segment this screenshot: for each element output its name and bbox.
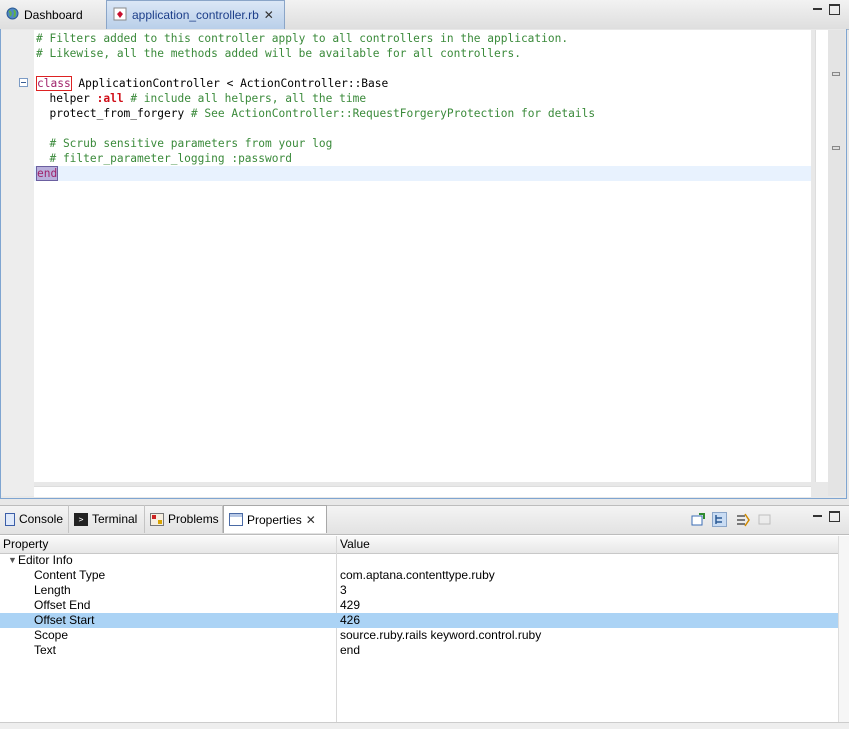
code-line[interactable]: class ApplicationController < ActionCont… <box>36 76 388 91</box>
property-name: Scope <box>34 628 69 642</box>
code-token: # Likewise, all the methods added will b… <box>36 47 521 60</box>
code-line[interactable]: # Scrub sensitive parameters from your l… <box>36 136 332 151</box>
current-line-highlight <box>34 166 811 181</box>
code-token: # Filters added to this controller apply… <box>36 32 569 45</box>
terminal-icon: > <box>74 512 88 526</box>
show-advanced-icon[interactable] <box>735 512 750 527</box>
editor-horizontal-scrollbar[interactable] <box>34 486 811 497</box>
column-header-property[interactable]: Property <box>3 537 48 551</box>
property-value: end <box>340 643 361 657</box>
table-vertical-scrollbar[interactable] <box>838 536 849 722</box>
close-icon[interactable]: ✕ <box>264 8 274 22</box>
code-token: class <box>36 76 72 91</box>
group-row-editor-info[interactable]: ▼ Editor Info <box>0 553 838 568</box>
globe-icon <box>6 7 19 23</box>
code-line[interactable]: protect_from_forgery # See ActionControl… <box>36 106 595 121</box>
minimize-icon[interactable] <box>812 4 823 15</box>
column-header-value[interactable]: Value <box>340 537 370 551</box>
console-icon <box>5 512 15 526</box>
property-name: Text <box>34 643 57 657</box>
tab-label: Properties <box>247 512 302 527</box>
code-token: # Scrub sensitive parameters from your l… <box>36 137 333 150</box>
tab-terminal[interactable]: > Terminal <box>69 505 145 533</box>
ruler-marker[interactable] <box>832 72 840 76</box>
property-name: Offset Start <box>34 613 95 627</box>
code-token: end <box>36 166 59 181</box>
tab-problems[interactable]: Problems <box>145 505 223 533</box>
property-row[interactable]: Offset Start 426 <box>0 613 838 628</box>
tab-label: Terminal <box>92 512 138 526</box>
code-token: # filter_parameter_logging :password <box>36 152 292 165</box>
fold-collapse-icon[interactable] <box>19 78 28 87</box>
property-row[interactable]: Offset End 429 <box>0 598 838 613</box>
code-line[interactable]: # filter_parameter_logging :password <box>36 151 292 166</box>
code-token: helper <box>36 92 97 105</box>
property-row[interactable]: Length 3 <box>0 583 838 598</box>
code-token: # include all helpers, all the time <box>123 92 367 105</box>
property-value: 3 <box>340 583 347 597</box>
tab-label: Console <box>18 512 63 526</box>
property-row[interactable]: Content Type com.aptana.contenttype.ruby <box>0 568 838 583</box>
close-icon[interactable]: ✕ <box>306 513 316 527</box>
property-value: source.ruby.rails keyword.control.ruby <box>340 628 542 642</box>
problems-icon <box>150 512 164 526</box>
property-name: Length <box>34 583 71 597</box>
tab-properties[interactable]: Properties ✕ <box>223 505 327 533</box>
code-line[interactable]: end <box>36 166 59 181</box>
ruler-marker[interactable] <box>832 146 840 150</box>
properties-icon <box>229 513 243 526</box>
ruby-file-icon <box>113 7 127 24</box>
overview-ruler[interactable] <box>828 30 845 496</box>
code-token: ApplicationController < ActionController… <box>71 77 389 90</box>
property-value: 429 <box>340 598 361 612</box>
property-value: 426 <box>340 613 361 627</box>
code-token: protect_from_forgery <box>36 107 191 120</box>
editor-vertical-scrollbar[interactable] <box>815 30 828 482</box>
property-row[interactable]: Scope source.ruby.rails keyword.control.r… <box>0 628 838 643</box>
tab-console[interactable]: Console <box>0 505 69 533</box>
tab-label: Dashboard <box>24 7 83 22</box>
tab-label: Problems <box>168 512 219 526</box>
show-categories-icon[interactable] <box>712 512 727 527</box>
code-token: # See ActionController::RequestForgeryPr… <box>190 107 596 120</box>
maximize-icon[interactable] <box>829 4 840 15</box>
group-label: Editor Info <box>18 553 73 567</box>
tab-dashboard[interactable]: Dashboard <box>0 0 105 29</box>
code-token: :all <box>96 92 124 105</box>
panel-minimize-icon[interactable] <box>812 511 823 522</box>
table-header <box>0 536 838 554</box>
expand-triangle-icon[interactable]: ▼ <box>8 553 17 568</box>
property-value: com.aptana.contenttype.ruby <box>340 568 495 582</box>
property-row[interactable]: Text end <box>0 643 838 658</box>
panel-maximize-icon[interactable] <box>829 511 840 522</box>
code-line[interactable]: # Filters added to this controller apply… <box>36 31 568 46</box>
property-name: Content Type <box>34 568 106 582</box>
property-name: Offset End <box>34 598 91 612</box>
code-line[interactable]: helper :all # include all helpers, all t… <box>36 91 366 106</box>
tab-label: application_controller.rb <box>132 8 259 22</box>
code-line[interactable]: # Likewise, all the methods added will b… <box>36 46 521 61</box>
restore-default-icon[interactable] <box>757 512 772 527</box>
editor-gutter <box>1 30 34 496</box>
tab-application-controller[interactable]: application_controller.rb ✕ <box>106 0 285 29</box>
pin-to-selection-icon[interactable] <box>691 512 706 527</box>
